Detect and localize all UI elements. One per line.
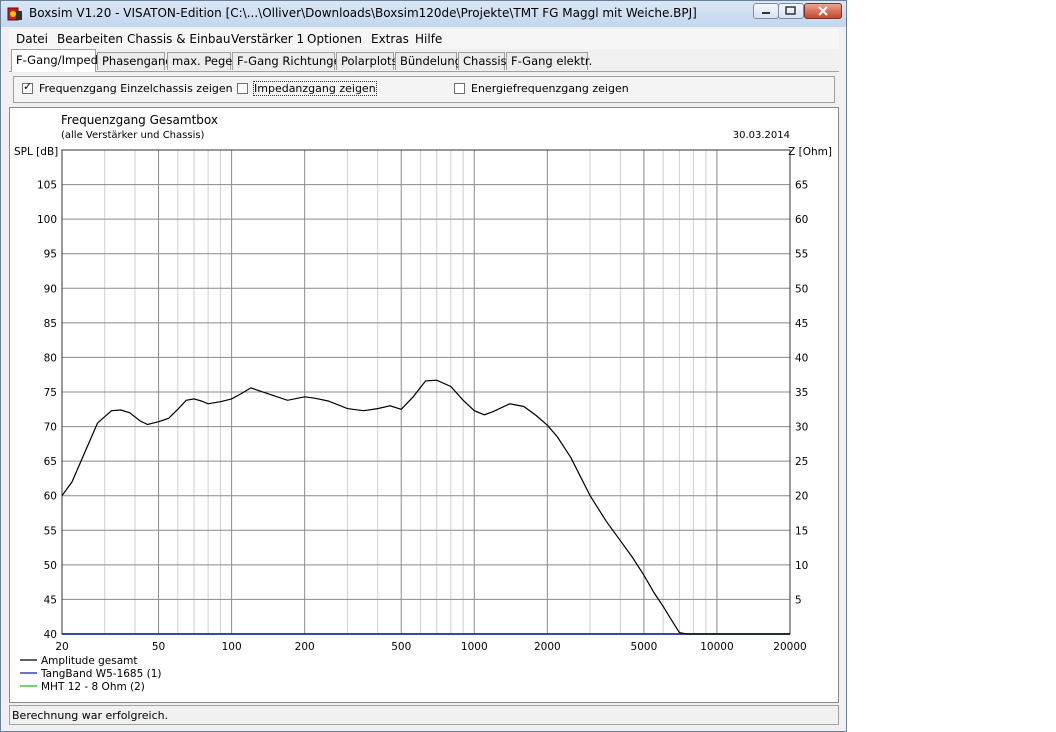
y-tick-label: 85 xyxy=(44,318,57,330)
plot-panel: 40 45 50 55 60 65 70 75 80 85 90 95 100 105 5 10 15 20 25 3… xyxy=(9,107,839,703)
y-tick-label: 60 xyxy=(44,491,57,503)
window-title: Boxsim V1.20 - VISATON-Edition [C:\...\O… xyxy=(29,6,697,20)
status-text: Berechnung war erfolgreich. xyxy=(12,709,169,722)
tick-layer: 40 45 50 55 60 65 70 75 80 85 90 95 100 105 5 10 15 20 25 3… xyxy=(37,180,808,653)
y2-tick-label: 45 xyxy=(795,318,808,330)
label-einzelchassis: Frequenzgang Einzelchassis zeigen xyxy=(39,82,233,95)
x-tick-label: 2000 xyxy=(534,641,561,653)
tab-polarplots[interactable]: Polarplots xyxy=(336,52,398,70)
menu-bar: Datei Bearbeiten Chassis & Einbau Verstä… xyxy=(9,29,839,49)
x-tick-label: 10000 xyxy=(700,641,733,653)
checkbox-impedanzgang[interactable] xyxy=(237,83,248,94)
y2-tick-label: 50 xyxy=(795,283,808,295)
y-tick-label: 70 xyxy=(44,422,57,434)
x-tick-label: 20000 xyxy=(773,641,806,653)
menu-chassis-einbau[interactable]: Chassis & Einbau xyxy=(127,32,231,46)
grid-layer xyxy=(62,150,790,634)
chart-title: Frequenzgang Gesamtbox xyxy=(61,113,218,127)
series-layer xyxy=(61,379,790,635)
close-icon xyxy=(818,6,828,16)
chart-subtitle: (alle Verstärker und Chassis) xyxy=(61,130,205,141)
app-icon xyxy=(7,7,22,21)
y2-tick-label: 60 xyxy=(795,214,808,226)
label-impedanzgang: Impedanzgang zeigen xyxy=(253,81,377,96)
menu-hilfe[interactable]: Hilfe xyxy=(415,32,442,46)
minimize-icon xyxy=(762,12,770,14)
x-tick-label: 20 xyxy=(55,641,68,653)
check-icon: ✓ xyxy=(23,80,33,93)
y-tick-label: 100 xyxy=(37,214,57,226)
options-panel: ✓ Frequenzgang Einzelchassis zeigen Impe… xyxy=(13,76,835,103)
label-energiefrequenzgang: Energiefrequenzgang zeigen xyxy=(471,82,629,95)
tab-buendelung[interactable]: Bündelung xyxy=(395,52,462,70)
x-tick-label: 50 xyxy=(152,641,165,653)
y2-tick-label: 15 xyxy=(795,525,808,537)
y2-tick-label: 5 xyxy=(795,594,802,606)
tab-phasengang[interactable]: Phasengang xyxy=(97,52,173,70)
y-tick-label: 45 xyxy=(44,594,57,606)
y2-tick-label: 20 xyxy=(795,491,808,503)
legend: Amplitude gesamtTangBand W5-1685 (1)MHT … xyxy=(20,655,162,693)
tab-fgang-imped[interactable]: F-Gang/Imped. xyxy=(11,49,102,72)
minimize-button[interactable] xyxy=(753,3,779,19)
maximize-button[interactable] xyxy=(778,3,804,19)
y-tick-label: 40 xyxy=(44,629,57,641)
y2-tick-label: 65 xyxy=(795,180,808,192)
y-tick-label: 105 xyxy=(37,180,57,192)
y2-tick-label: 35 xyxy=(795,387,808,399)
y2-tick-label: 55 xyxy=(795,249,808,261)
menu-verstaerker[interactable]: Verstärker 1 xyxy=(231,32,304,46)
menu-bearbeiten[interactable]: Bearbeiten xyxy=(57,32,123,46)
maximize-icon xyxy=(785,6,796,15)
chart-date: 30.03.2014 xyxy=(733,130,790,141)
x-tick-label: 500 xyxy=(391,641,411,653)
x-tick-label: 1000 xyxy=(461,641,488,653)
tab-chassis[interactable]: Chassis xyxy=(458,52,507,70)
tab-bar: F-Gang/Imped. Phasengang max. Pegel F-Ga… xyxy=(9,49,839,72)
y-tick-label: 80 xyxy=(44,352,57,364)
frequency-response-chart: 40 45 50 55 60 65 70 75 80 85 90 95 100 105 5 10 15 20 25 3… xyxy=(14,113,832,693)
y-tick-label: 50 xyxy=(44,560,57,572)
tab-max-pegel[interactable]: max. Pegel xyxy=(167,52,236,70)
app-window: Boxsim V1.20 - VISATON-Edition [C:\...\O… xyxy=(0,0,847,732)
y-tick-label: 75 xyxy=(44,387,57,399)
menu-datei[interactable]: Datei xyxy=(16,32,48,46)
checkbox-einzelchassis[interactable]: ✓ xyxy=(22,80,33,94)
x-tick-label: 200 xyxy=(295,641,315,653)
x-tick-label: 5000 xyxy=(631,641,658,653)
menu-extras[interactable]: Extras xyxy=(371,32,409,46)
y-tick-label: 90 xyxy=(44,283,57,295)
legend-label: TangBand W5-1685 (1) xyxy=(40,668,162,680)
y-tick-label: 95 xyxy=(44,249,57,261)
y-tick-label: 65 xyxy=(44,456,57,468)
y-axis-label: SPL [dB] xyxy=(14,146,58,158)
y2-axis-label: Z [Ohm] xyxy=(788,146,832,158)
y2-tick-label: 30 xyxy=(795,422,808,434)
title-bar[interactable]: Boxsim V1.20 - VISATON-Edition [C:\...\O… xyxy=(1,1,846,27)
y2-tick-label: 25 xyxy=(795,456,808,468)
checkbox-energiefrequenzgang[interactable] xyxy=(454,83,465,94)
legend-label: MHT 12 - 8 Ohm (2) xyxy=(41,681,145,693)
legend-label: Amplitude gesamt xyxy=(41,655,138,667)
y2-tick-label: 10 xyxy=(795,560,808,572)
tab-fgang-elektr[interactable]: F-Gang elektr. xyxy=(506,52,592,70)
y-tick-label: 55 xyxy=(44,525,57,537)
x-tick-label: 100 xyxy=(222,641,242,653)
close-button[interactable] xyxy=(804,3,842,19)
y2-tick-label: 40 xyxy=(795,352,808,364)
tab-fgang-richtungen[interactable]: F-Gang Richtungen xyxy=(232,52,348,70)
status-bar: Berechnung war erfolgreich. xyxy=(9,705,839,725)
series-line xyxy=(61,379,790,635)
menu-optionen[interactable]: Optionen xyxy=(307,32,362,46)
